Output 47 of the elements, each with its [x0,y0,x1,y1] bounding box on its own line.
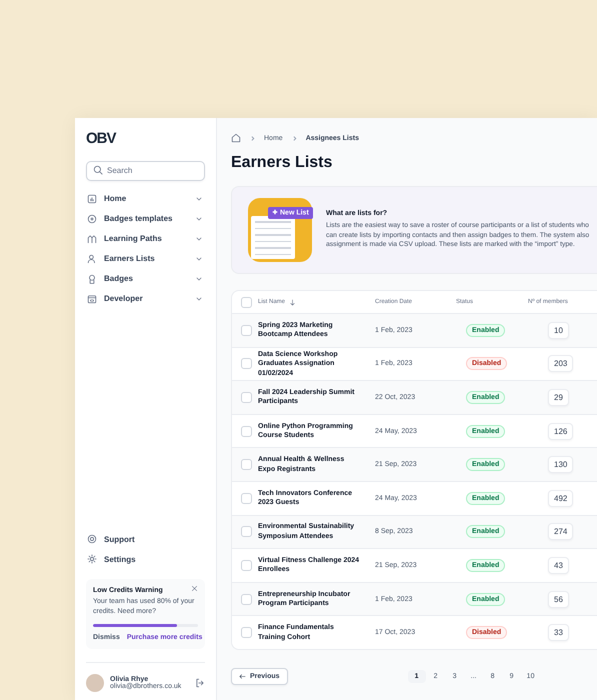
search-field[interactable]: Search [86,160,205,180]
page-title: Earners Lists [231,154,334,172]
settings-icon [87,554,97,564]
member-count: 10 [548,322,569,339]
nav-item[interactable]: Badges templates [86,210,205,226]
member-count: 203 [548,355,574,372]
row-checkbox[interactable] [241,594,252,605]
nav-item[interactable]: Developer [86,290,205,306]
member-count: 33 [548,624,569,642]
row-checkbox[interactable] [241,324,252,336]
badge-icon [87,274,97,284]
nav-item[interactable]: Support [86,531,205,548]
nav-item[interactable]: Home [86,190,205,206]
nav-item[interactable]: Learning Paths [86,230,205,246]
arrow-left-icon [239,672,246,680]
chevron-right-icon [292,136,297,140]
lifebuoy-icon [87,534,97,544]
avatar [86,674,104,692]
member-count: 29 [548,388,569,406]
row-checkbox[interactable] [241,426,252,437]
chart-icon [87,194,97,204]
logout-icon[interactable] [195,678,205,688]
member-count: 43 [548,556,569,574]
member-count: 130 [548,456,574,474]
search-icon [93,165,103,175]
arrow-down-icon [289,298,296,306]
row-checkbox[interactable] [241,526,252,538]
target-icon [87,214,97,224]
member-count: 492 [548,490,574,507]
home-icon[interactable] [231,133,241,143]
row-checkbox[interactable] [241,459,252,470]
nav-item[interactable]: Settings [86,551,205,568]
select-all-checkbox[interactable] [241,296,252,308]
close-icon[interactable] [191,585,198,592]
nav-item[interactable]: Badges [86,270,205,286]
logo: OBV [86,130,116,147]
row-checkbox[interactable] [241,392,252,403]
row-checkbox[interactable] [241,358,252,370]
member-count: 56 [548,590,569,608]
row-checkbox[interactable] [241,492,252,504]
member-count: 274 [548,523,574,540]
chevron-right-icon [250,136,255,140]
user-icon [87,254,97,264]
nav-item[interactable]: Earners Lists [86,250,205,266]
row-checkbox[interactable] [241,627,252,638]
member-count: 126 [548,422,574,440]
row-checkbox[interactable] [241,560,252,571]
